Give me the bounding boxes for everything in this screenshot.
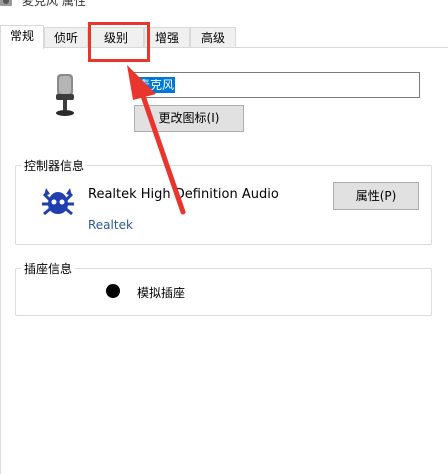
jack-info-label: 插座信息: [21, 260, 76, 277]
microphone-icon: [56, 74, 74, 116]
device-name-value: 麦克风: [137, 77, 176, 93]
controller-device-name: Realtek High Definition Audio: [88, 187, 279, 202]
tab-enhancements[interactable]: 增强: [144, 27, 190, 47]
window-title: 麦克风 属性: [22, 0, 86, 8]
jack-indicator-dot: [106, 284, 120, 298]
controller-properties-button[interactable]: 属性(P): [333, 182, 419, 210]
tab-general[interactable]: 常规: [0, 25, 44, 49]
tab-advanced[interactable]: 高级: [190, 27, 236, 47]
tab-listen[interactable]: 侦听: [44, 27, 88, 47]
title-bar: 麦克风 属性: [0, 0, 448, 22]
jack-label: 模拟插座: [137, 286, 186, 300]
controller-vendor-link[interactable]: Realtek: [88, 218, 133, 232]
speaker-icon: [0, 0, 12, 6]
annotation-highlight-box: [88, 22, 150, 62]
controller-info-label: 控制器信息: [21, 157, 88, 174]
device-name-input[interactable]: 麦克风: [134, 72, 420, 98]
jack-info-group: [15, 268, 432, 316]
realtek-crab-icon: [42, 188, 74, 216]
change-icon-button[interactable]: 更改图标(I): [134, 105, 244, 132]
